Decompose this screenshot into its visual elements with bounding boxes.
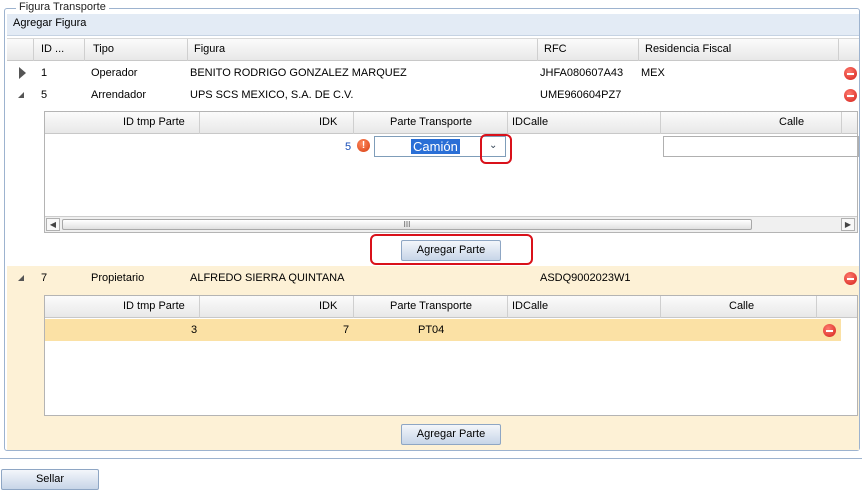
collapse-icon[interactable] — [18, 275, 24, 281]
delete-icon[interactable] — [844, 67, 857, 80]
row-residencia: MEX — [641, 67, 665, 79]
row-tipo: Operador — [91, 67, 138, 79]
warning-icon: ! — [357, 139, 370, 152]
horizontal-scrollbar[interactable]: ◀ III ▶ — [45, 216, 857, 232]
subgrid-header: ID tmp Parte IDK Parte Transporte IDCall… — [45, 296, 857, 318]
col-idk[interactable]: IDK — [319, 116, 337, 128]
scroll-thumb[interactable]: III — [62, 219, 752, 230]
col-calle[interactable]: Calle — [729, 300, 754, 312]
col-calle[interactable]: Calle — [779, 116, 804, 128]
col-rfc[interactable]: RFC — [544, 43, 567, 55]
table-row[interactable]: 7 Propietario ALFREDO SIERRA QUINTANA AS… — [7, 267, 859, 289]
subgrid-header: ID tmp Parte IDK Parte Transporte IDCall… — [45, 112, 857, 134]
row-rfc: UME960604PZ7 — [540, 89, 622, 101]
partes-subgrid: ID tmp Parte IDK Parte Transporte IDCall… — [44, 295, 858, 416]
delete-icon[interactable] — [844, 89, 857, 102]
col-id[interactable]: ID ... — [41, 43, 64, 55]
agregar-figura-button[interactable]: Agregar Figura — [13, 17, 86, 29]
delete-icon[interactable] — [823, 324, 836, 337]
collapse-icon[interactable] — [18, 92, 24, 98]
table-row[interactable]: 5 Arrendador UPS SCS MEXICO, S.A. DE C.V… — [7, 84, 859, 106]
row-rfc: JHFA080607A43 — [540, 67, 624, 79]
grid-header: ID ... Tipo Figura RFC Residencia Fiscal — [7, 38, 859, 61]
panel-legend: Figura Transporte — [16, 1, 109, 13]
agregar-parte-button[interactable]: Agregar Parte — [401, 424, 501, 445]
divider — [0, 458, 862, 459]
scroll-left-icon[interactable]: ◀ — [46, 218, 60, 231]
col-idk[interactable]: IDK — [319, 300, 337, 312]
scroll-right-icon[interactable]: ▶ — [841, 218, 855, 231]
col-parte-transporte[interactable]: Parte Transporte — [390, 116, 472, 128]
expand-icon[interactable] — [19, 67, 26, 79]
sellar-button[interactable]: Sellar — [1, 469, 99, 490]
row-parte: PT04 — [418, 324, 445, 336]
row-idk: 5 — [345, 141, 352, 153]
table-row[interactable]: 1 Operador BENITO RODRIGO GONZALEZ MARQU… — [7, 62, 859, 84]
highlight-box — [480, 134, 512, 164]
select-value: Camión — [411, 139, 460, 154]
table-row[interactable]: 3 7 PT04 — [45, 319, 841, 341]
row-idk: 7 — [343, 324, 350, 336]
col-idcalle[interactable]: IDCalle — [512, 300, 548, 312]
highlight-box — [370, 234, 533, 265]
col-id-tmp[interactable]: ID tmp Parte — [123, 116, 185, 128]
row-id: 1 — [41, 67, 48, 79]
col-id-tmp[interactable]: ID tmp Parte — [123, 300, 185, 312]
toolbar: Agregar Figura — [7, 14, 859, 36]
col-tipo[interactable]: Tipo — [93, 43, 114, 55]
row-figura: UPS SCS MEXICO, S.A. DE C.V. — [190, 89, 354, 101]
col-idcalle[interactable]: IDCalle — [512, 116, 548, 128]
row-id: 7 — [41, 272, 48, 284]
row-figura: BENITO RODRIGO GONZALEZ MARQUEZ — [190, 67, 407, 79]
row-id-tmp: 3 — [191, 324, 198, 336]
partes-subgrid: ID tmp Parte IDK Parte Transporte IDCall… — [44, 111, 859, 233]
col-parte-transporte[interactable]: Parte Transporte — [390, 300, 472, 312]
row-tipo: Arrendador — [91, 89, 147, 101]
col-residencia[interactable]: Residencia Fiscal — [645, 43, 731, 55]
row-tipo: Propietario — [91, 272, 145, 284]
delete-icon[interactable] — [844, 272, 857, 285]
col-figura[interactable]: Figura — [194, 43, 225, 55]
row-id: 5 — [41, 89, 48, 101]
row-figura: ALFREDO SIERRA QUINTANA — [190, 272, 345, 284]
row-rfc: ASDQ9002023W1 — [540, 272, 631, 284]
calle-input[interactable] — [663, 136, 859, 157]
